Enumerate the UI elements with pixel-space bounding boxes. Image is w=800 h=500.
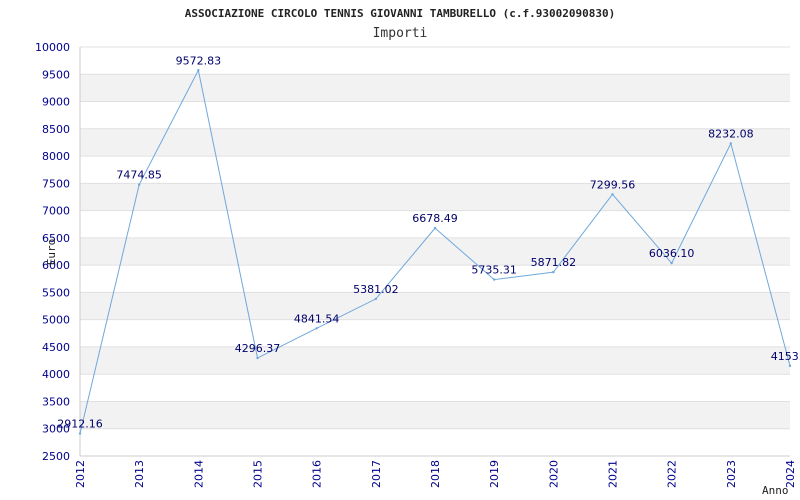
- data-point: [729, 142, 733, 145]
- x-tick-label: 2019: [488, 460, 501, 488]
- x-tick-label: 2015: [252, 460, 265, 488]
- y-axis-title: Euro: [45, 239, 58, 266]
- y-tick-label: 2500: [42, 450, 70, 463]
- data-point: [670, 261, 673, 265]
- chart-title: ASSOCIAZIONE CIRCOLO TENNIS GIOVANNI TAM…: [185, 7, 615, 20]
- x-tick-labels: 2012 2013 2014 2015 2016 2017 2018 2019 2020 2021…: [74, 460, 797, 488]
- x-tick-label: 2023: [725, 460, 738, 488]
- x-tick-label: 2020: [547, 460, 560, 488]
- plot-band: [80, 401, 790, 429]
- y-tick-label: 4500: [42, 341, 70, 354]
- line-chart: 2500300035004000450050005500600065007000…: [35, 7, 800, 497]
- y-tick-label: 5000: [42, 314, 70, 327]
- data-label: 9572.83: [176, 54, 222, 67]
- data-point: [552, 270, 555, 274]
- chart-subtitle: Importi: [373, 26, 428, 41]
- x-tick-label: 2014: [192, 460, 205, 488]
- data-label: 7299.56: [590, 178, 636, 191]
- y-tick-label: 8500: [42, 123, 70, 136]
- data-point: [433, 226, 437, 230]
- plot-band: [80, 183, 790, 211]
- data-point: [315, 327, 318, 330]
- y-tick-label: 3500: [42, 395, 70, 408]
- x-tick-label: 2013: [133, 460, 146, 488]
- data-point: [197, 69, 200, 72]
- data-label: 7474.85: [116, 169, 162, 182]
- y-tick-label: 9500: [42, 68, 70, 81]
- x-tick-label: 2017: [370, 460, 383, 488]
- data-point: [374, 297, 378, 301]
- data-label: 5735.31: [471, 264, 517, 277]
- data-label: 6036.10: [649, 247, 695, 260]
- y-tick-label: 7500: [42, 177, 70, 190]
- data-label: 4153.5: [771, 350, 800, 363]
- plot-band: [80, 74, 790, 102]
- data-label: 5871.82: [531, 256, 577, 269]
- data-point: [137, 183, 141, 186]
- plot-band: [80, 292, 790, 320]
- x-tick-label: 2018: [429, 460, 442, 488]
- x-tick-label: 2022: [666, 460, 679, 488]
- y-tick-label: 5500: [42, 286, 70, 299]
- y-tick-label: 10000: [35, 41, 70, 54]
- y-tick-label: 8000: [42, 150, 70, 163]
- data-point: [256, 356, 259, 360]
- data-point: [788, 364, 792, 368]
- data-label: 4296.37: [235, 342, 281, 355]
- data-point: [78, 432, 82, 435]
- x-tick-label: 2012: [74, 460, 87, 488]
- plot-band: [80, 128, 790, 157]
- data-point: [492, 278, 496, 281]
- y-tick-label: 9000: [42, 96, 70, 109]
- data-label: 4841.54: [294, 312, 340, 325]
- y-tick-label: 4000: [42, 368, 70, 381]
- data-point: [611, 193, 614, 196]
- data-label: 2912.16: [57, 418, 103, 431]
- y-tick-label: 7000: [42, 205, 70, 218]
- plot-band: [80, 346, 790, 375]
- data-label: 6678.49: [412, 212, 458, 225]
- x-tick-label: 2021: [607, 460, 620, 488]
- data-label: 5381.02: [353, 283, 399, 296]
- data-label: 8232.08: [708, 127, 754, 140]
- x-tick-label: 2016: [311, 460, 324, 488]
- x-axis-title: Anno: [762, 484, 789, 497]
